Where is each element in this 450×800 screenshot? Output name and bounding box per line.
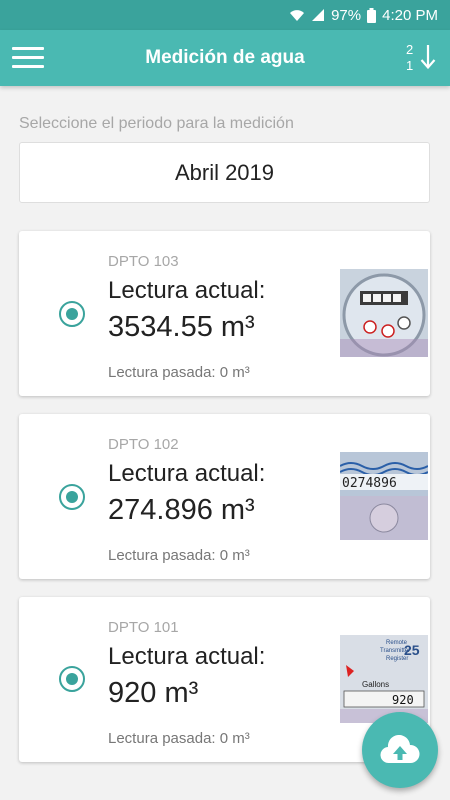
radio-button[interactable] — [59, 301, 85, 327]
dept-name: DPTO 103 — [108, 253, 179, 270]
reading-card[interactable]: DPTO 102 Lectura actual: 274.896 m³ Lect… — [19, 414, 430, 579]
current-reading-label: Lectura actual: — [108, 277, 266, 304]
current-reading-value: 3534.55 m³ — [108, 311, 255, 343]
previous-reading: Lectura pasada: 0 m³ — [108, 730, 250, 747]
meter-text: 25 — [404, 642, 420, 658]
meter-photo[interactable]: 0274896 — [340, 452, 428, 540]
sort-number-top: 2 — [406, 42, 414, 57]
meter-photo[interactable]: Remote Transmitter Register 25 Gallons 9… — [340, 635, 428, 723]
current-reading-value: 920 m³ — [108, 677, 199, 709]
previous-reading: Lectura pasada: 0 m³ — [108, 364, 250, 381]
meter-photo[interactable] — [340, 269, 428, 357]
period-selector[interactable]: Abril 2019 — [19, 142, 430, 203]
current-reading-value: 274.896 m³ — [108, 494, 255, 526]
sort-number-bottom: 1 — [406, 58, 414, 73]
current-reading-label: Lectura actual: — [108, 643, 266, 670]
clock: 4:20 PM — [382, 6, 438, 24]
signal-icon — [311, 8, 325, 22]
previous-reading: Lectura pasada: 0 m³ — [108, 547, 250, 564]
dept-name: DPTO 101 — [108, 619, 179, 636]
sort-button[interactable]: 2 1 — [406, 40, 440, 76]
upload-button[interactable] — [362, 712, 438, 788]
battery-percent: 97% — [331, 6, 362, 24]
wifi-icon — [289, 8, 305, 22]
page-title: Medición de agua — [145, 47, 305, 68]
sort-arrow-down-icon — [420, 45, 436, 70]
cloud-upload-icon — [380, 735, 420, 764]
meter-text: 920 — [392, 693, 414, 707]
radio-button[interactable] — [59, 484, 85, 510]
current-reading-label: Lectura actual: — [108, 460, 266, 487]
app-bar: Medición de agua 2 1 — [0, 30, 450, 86]
dept-name: DPTO 102 — [108, 436, 179, 453]
period-label: Seleccione el periodo para la medición — [19, 115, 294, 132]
meter-digits: 0274896 — [342, 476, 397, 491]
period-value: Abril 2019 — [174, 159, 275, 185]
battery-icon — [367, 7, 377, 23]
status-bar: 97% 4:20 PM — [0, 0, 450, 30]
reading-card[interactable]: DPTO 103 Lectura actual: 3534.55 m³ Lect… — [19, 231, 430, 396]
radio-button[interactable] — [59, 666, 85, 692]
meter-text: Gallons — [362, 680, 389, 689]
